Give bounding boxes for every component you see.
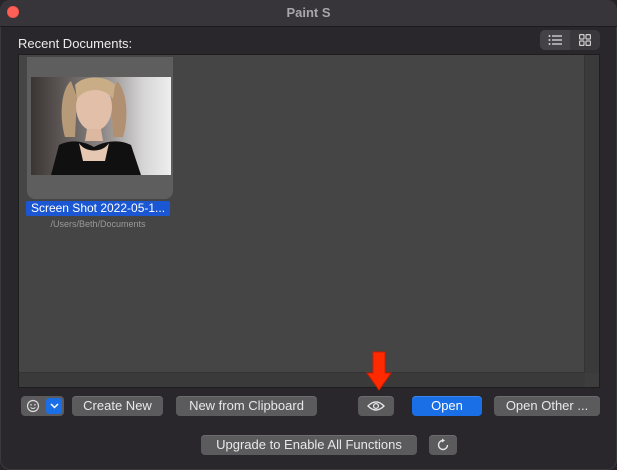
grid-icon bbox=[579, 34, 591, 46]
eye-icon bbox=[367, 401, 385, 411]
grid-view-button[interactable] bbox=[570, 30, 600, 50]
smiley-icon bbox=[26, 399, 40, 413]
vertical-scrollbar[interactable] bbox=[584, 55, 599, 373]
recent-documents-label: Recent Documents: bbox=[18, 36, 133, 51]
refresh-button[interactable] bbox=[429, 435, 457, 455]
list-view-button[interactable] bbox=[540, 30, 570, 50]
horizontal-scrollbar[interactable] bbox=[19, 372, 585, 387]
portrait-photo bbox=[31, 77, 171, 175]
title-bar: Paint S bbox=[0, 0, 617, 27]
chevron-down-icon[interactable] bbox=[46, 398, 62, 414]
paint-s-window: Paint S Recent Documents: Screen Shot 20… bbox=[0, 0, 617, 470]
upgrade-button[interactable]: Upgrade to Enable All Functions bbox=[201, 435, 417, 455]
create-new-button[interactable]: Create New bbox=[72, 396, 163, 416]
red-arrow-icon bbox=[366, 351, 392, 391]
document-thumbnail-image bbox=[31, 77, 171, 175]
emoji-menu-button[interactable] bbox=[21, 396, 64, 416]
list-icon bbox=[548, 35, 562, 45]
preview-button[interactable] bbox=[358, 396, 394, 416]
open-other-button[interactable]: Open Other ... bbox=[494, 396, 600, 416]
refresh-icon bbox=[437, 438, 449, 451]
window-title: Paint S bbox=[286, 5, 331, 20]
document-path: /Users/Beth/Documents bbox=[50, 219, 146, 229]
document-name[interactable]: Screen Shot 2022-05-1... bbox=[26, 201, 170, 216]
document-thumbnail-card[interactable] bbox=[27, 57, 173, 199]
view-toggle bbox=[540, 30, 600, 50]
open-button[interactable]: Open bbox=[412, 396, 482, 416]
new-from-clipboard-button[interactable]: New from Clipboard bbox=[176, 396, 317, 416]
